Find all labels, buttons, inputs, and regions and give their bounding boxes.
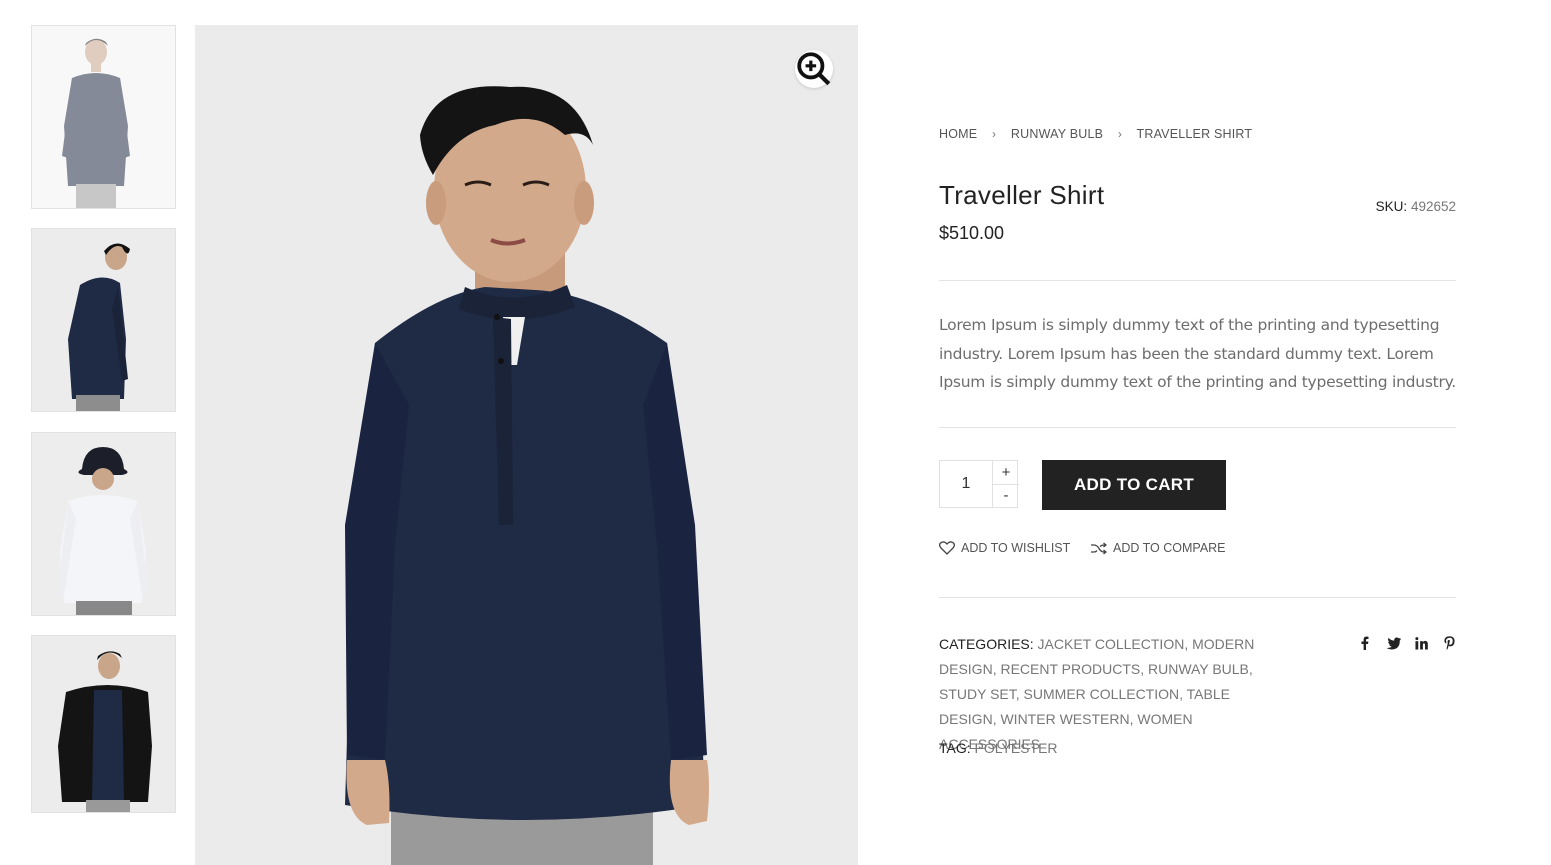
twitter-icon[interactable] [1379, 634, 1407, 652]
compare-label: ADD TO COMPARE [1113, 541, 1226, 555]
category-link[interactable]: STUDY SET [939, 686, 1016, 702]
heart-icon [939, 541, 955, 555]
category-link[interactable]: WINTER WESTERN [1000, 711, 1129, 727]
category-link[interactable]: RECENT PRODUCTS [1000, 661, 1140, 677]
facebook-icon[interactable] [1351, 634, 1379, 652]
thumbnail-image [32, 26, 175, 208]
thumbnail-image [32, 636, 175, 812]
category-link[interactable]: JACKET COLLECTION [1038, 636, 1185, 652]
thumbnail-image [32, 433, 175, 615]
quantity-decrease-button[interactable]: - [992, 484, 1019, 507]
product-photo [195, 25, 858, 865]
product-title: Traveller Shirt [939, 180, 1105, 210]
main-product-image[interactable] [195, 25, 858, 865]
shuffle-icon [1091, 541, 1107, 555]
sku-label: SKU: [1375, 199, 1408, 214]
product-tags: TAG: POLYESTER [939, 740, 1058, 756]
pinterest-icon[interactable] [1435, 634, 1463, 652]
social-share [1351, 634, 1463, 652]
wishlist-label: ADD TO WISHLIST [961, 541, 1071, 555]
divider [939, 427, 1456, 428]
product-description: Lorem Ipsum is simply dummy text of the … [939, 316, 1456, 391]
sku-value: 492652 [1410, 199, 1456, 214]
add-to-wishlist-link[interactable]: ADD TO WISHLIST [939, 541, 1070, 555]
breadcrumb-home[interactable]: HOME [939, 127, 977, 141]
chevron-right-icon: › [992, 127, 997, 141]
thumbnail-3[interactable] [31, 432, 176, 616]
quantity-stepper: + - [939, 460, 1019, 508]
linkedin-icon[interactable] [1407, 634, 1435, 652]
breadcrumb-category[interactable]: RUNWAY BULB [1011, 127, 1103, 141]
quantity-increase-button[interactable]: + [992, 461, 1019, 485]
tag-link[interactable]: POLYESTER [975, 740, 1058, 756]
product-categories: CATEGORIES: JACKET COLLECTION, MODERN DE… [939, 636, 1255, 752]
add-to-compare-link[interactable]: ADD TO COMPARE [1090, 541, 1226, 555]
category-link[interactable]: SUMMER COLLECTION [1024, 686, 1180, 702]
category-link[interactable]: RUNWAY BULB [1148, 661, 1249, 677]
breadcrumb-current: TRAVELLER SHIRT [1136, 127, 1253, 141]
sku: SKU: 492652 [1376, 199, 1456, 214]
thumbnail-image [32, 229, 175, 411]
breadcrumb: HOME › RUNWAY BULB › TRAVELLER SHIRT [939, 127, 1252, 141]
thumbnail-1[interactable] [31, 25, 176, 209]
add-to-cart-button[interactable]: ADD TO CART [1042, 460, 1226, 510]
thumbnail-2[interactable] [31, 228, 176, 412]
quantity-input[interactable] [940, 461, 992, 507]
zoom-button[interactable] [795, 50, 833, 88]
thumbnail-4[interactable] [31, 635, 176, 813]
zoom-in-icon [797, 52, 831, 86]
divider [939, 280, 1456, 281]
divider [939, 597, 1456, 598]
product-price: $510.00 [939, 223, 1005, 243]
categories-label: CATEGORIES: [939, 636, 1034, 652]
tag-label: TAG: [939, 740, 971, 756]
chevron-right-icon: › [1117, 127, 1123, 141]
